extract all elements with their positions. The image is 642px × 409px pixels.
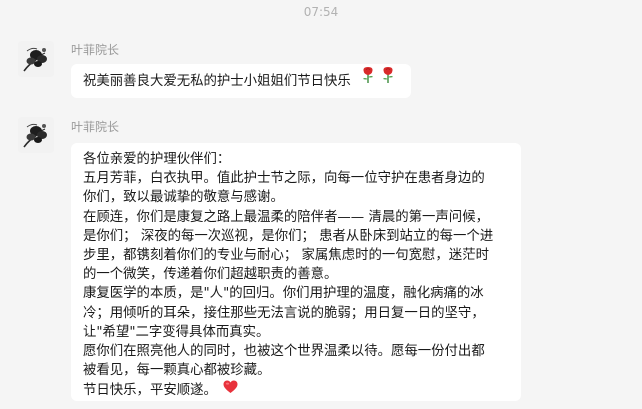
chat-window: 07:54 叶菲院长 祝美丽善良大爱无私的护士小姐姐们节日快乐 叶菲院长 各位亲… — [0, 0, 642, 409]
message-line: 步里，都镌刻着你们的专业与耐心； 家属焦虑时的一句宽慰，迷茫时 — [83, 248, 489, 264]
message-line: 各位亲爱的护理伙伴们： — [83, 152, 231, 167]
message-line: 冷；用倾听的耳朵，接住那些无法言说的脆弱；用日复一日的坚守， — [83, 305, 485, 321]
rose-emoji-icon — [381, 64, 395, 98]
message-line: 你们，致以最诚挚的敬意与感谢。 — [83, 190, 284, 206]
sender-name: 叶菲院长 — [71, 120, 120, 134]
message-line: 被看见，每一颗真心都被珍藏。 — [83, 363, 271, 379]
ink-flower-avatar-icon — [18, 41, 54, 77]
message-line: 五月芳菲，白衣执甲。值此护士节之际，向每一位守护在患者身边的 — [83, 171, 485, 187]
rose-emoji-icon — [361, 64, 375, 98]
message-line: 愿你们在照亮他人的同时，也被这个世界温柔以待。愿每一份付出都 — [83, 344, 485, 360]
sender-avatar[interactable] — [18, 117, 54, 153]
message-line-last: 节日快乐，平安顺遂。 — [83, 380, 509, 400]
sender-avatar[interactable] — [18, 41, 54, 77]
message-line: 让"希望"二字变得具体而真实。 — [83, 324, 270, 340]
message-bubble[interactable]: 各位亲爱的护理伙伴们： 五月芳菲，白衣执甲。值此护士节之际，向每一位守护在患者身… — [71, 143, 521, 401]
message-text: 祝美丽善良大爱无私的护士小姐姐们节日快乐 — [83, 74, 351, 89]
message-line: 是你们； 深夜的每一次巡视，是你们； 患者从卧床到站立的每一个进 — [83, 228, 494, 244]
sender-name: 叶菲院长 — [71, 43, 120, 57]
message-timestamp: 07:54 — [303, 5, 339, 19]
message-line: 在顾连，你们是康复之路上最温柔的陪伴者—— 清晨的第一声问候， — [83, 209, 489, 225]
red-heart-emoji-icon — [223, 380, 238, 400]
message-line: 节日快乐，平安顺遂。 — [83, 383, 217, 399]
message-line: 康复医学的本质，是"人"的回归。你们用护理的温度，融化病痛的冰 — [83, 286, 484, 302]
message-bubble[interactable]: 祝美丽善良大爱无私的护士小姐姐们节日快乐 — [71, 64, 411, 98]
ink-flower-avatar-icon — [18, 117, 54, 153]
message-line: 的一个微笑，传递着你们超越职责的善意。 — [83, 267, 338, 283]
